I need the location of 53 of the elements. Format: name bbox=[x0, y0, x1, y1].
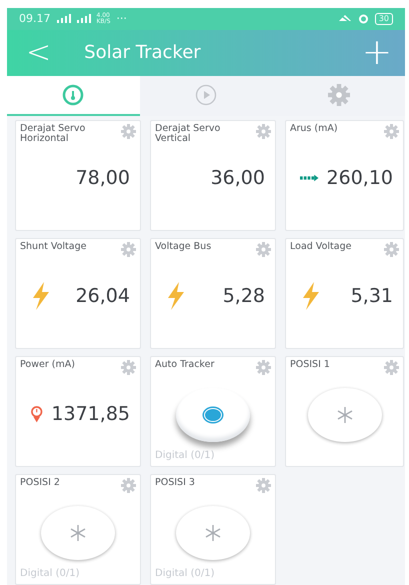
settings-icon[interactable] bbox=[121, 242, 136, 257]
settings-icon bbox=[328, 84, 350, 106]
status-time: 09.17 bbox=[19, 10, 50, 27]
settings-icon[interactable] bbox=[121, 360, 136, 375]
push-button[interactable] bbox=[41, 506, 115, 560]
widget-label: Arus (mA) bbox=[290, 124, 339, 136]
add-button[interactable]: + bbox=[360, 34, 393, 72]
tab[interactable] bbox=[7, 76, 140, 116]
push-button[interactable] bbox=[176, 388, 250, 442]
asterisk-icon bbox=[68, 522, 88, 543]
page-title: Solar Tracker bbox=[84, 41, 202, 66]
widget-label: Power (mA) bbox=[20, 360, 76, 372]
widget-label: Derajat Servo Horizontal bbox=[20, 124, 86, 146]
widget-label: Shunt Voltage bbox=[20, 242, 88, 254]
more-indicator: ··· bbox=[116, 10, 127, 27]
settings-icon[interactable] bbox=[384, 242, 399, 257]
widget-label: Auto Tracker bbox=[155, 360, 216, 372]
widget-label: Voltage Bus bbox=[155, 242, 212, 254]
widget-value: 36,00 bbox=[210, 166, 265, 192]
widget-value: 260,10 bbox=[326, 166, 393, 192]
settings-icon[interactable] bbox=[384, 124, 399, 139]
widget-caption: Digital (0/1) bbox=[155, 448, 216, 463]
widget-caption: Digital (0/1) bbox=[155, 566, 216, 581]
widget-label: POSISI 3 bbox=[155, 478, 196, 490]
settings-icon[interactable] bbox=[256, 124, 271, 139]
widget-value: 5,31 bbox=[350, 284, 393, 310]
settings-icon[interactable] bbox=[384, 360, 399, 375]
widget-value: 78,00 bbox=[76, 166, 130, 192]
battery-indicator: 30 bbox=[374, 12, 393, 25]
push-button[interactable] bbox=[308, 388, 382, 442]
widget-label: POSISI 1 bbox=[290, 360, 331, 372]
settings-icon[interactable] bbox=[256, 242, 271, 257]
settings-icon[interactable] bbox=[256, 360, 271, 375]
dot-icon bbox=[202, 406, 224, 424]
play-icon bbox=[195, 84, 217, 106]
widget-label: Derajat Servo Vertical bbox=[155, 124, 222, 146]
lightning-icon bbox=[30, 282, 52, 310]
widget-value: 26,04 bbox=[76, 284, 130, 310]
push-button[interactable] bbox=[176, 506, 250, 560]
settings-icon[interactable] bbox=[256, 478, 271, 493]
signal-icon bbox=[76, 14, 90, 24]
settings-icon[interactable] bbox=[121, 478, 136, 493]
widget-value: 5,28 bbox=[222, 284, 265, 310]
widget-value: 1371,85 bbox=[51, 402, 130, 428]
widget-caption: Digital (0/1) bbox=[20, 566, 81, 581]
lightning-icon bbox=[165, 282, 187, 310]
signal-icon bbox=[56, 14, 70, 24]
widget-label: Load Voltage bbox=[290, 242, 352, 254]
settings-icon[interactable] bbox=[121, 124, 136, 139]
lightning-icon bbox=[300, 282, 322, 310]
back-button[interactable]: < bbox=[25, 36, 52, 69]
asterisk-icon bbox=[203, 522, 223, 543]
widget-label: POSISI 2 bbox=[20, 478, 61, 490]
